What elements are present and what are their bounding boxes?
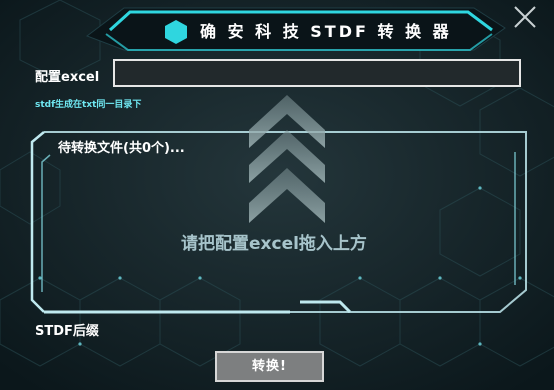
pending-files-title: 待转换文件(共0个)... xyxy=(58,141,185,156)
excel-config-label: 配置excel xyxy=(35,70,100,85)
convert-button[interactable]: 转换! xyxy=(215,351,324,382)
window-title: 确 安 科 技 STDF 转 换 器 xyxy=(200,22,452,41)
output-location-hint: stdf生成在txt同一目录下 xyxy=(35,100,142,110)
hexagon-logo-icon xyxy=(165,20,187,44)
stdf-suffix-label: STDF后缀 xyxy=(35,324,99,339)
drop-hint-text: 请把配置excel拖入上方 xyxy=(181,234,367,254)
close-icon[interactable] xyxy=(512,4,538,30)
excel-config-input[interactable] xyxy=(113,59,521,87)
